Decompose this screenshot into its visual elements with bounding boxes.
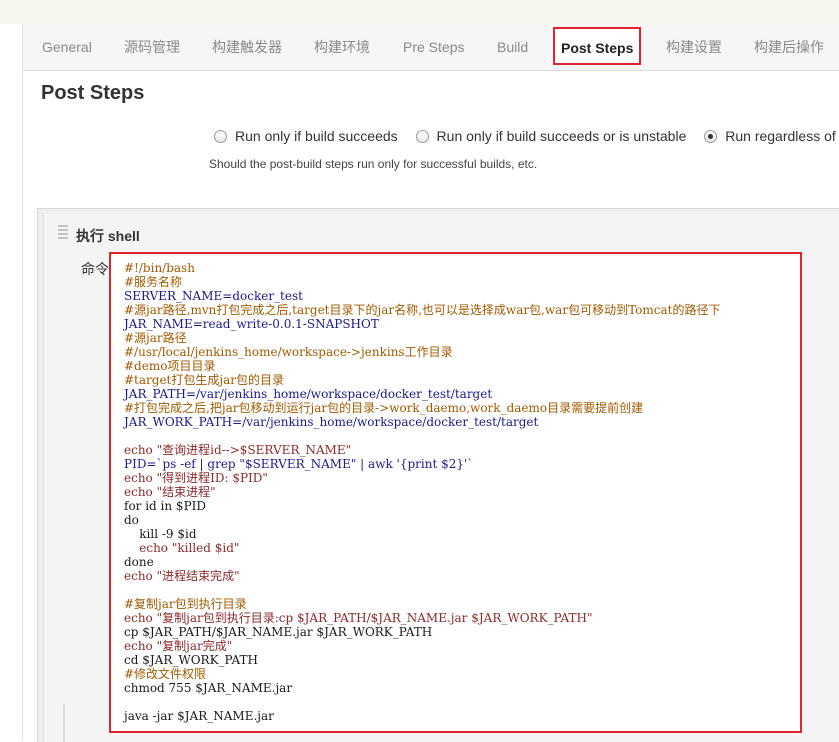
tab-post-steps[interactable]: Post Steps [553, 27, 642, 65]
code-line: echo "结束进程" [124, 485, 216, 499]
code-line: SERVER_NAME=docker_test [124, 289, 303, 303]
code-line: #服务名称 [124, 275, 183, 289]
post-steps-run-options: Run only if build succeeds Run only if b… [214, 128, 839, 146]
option-label: Run only if build succeeds or is unstabl… [436, 128, 687, 144]
code-line: java -jar $JAR_NAME.jar [124, 709, 274, 723]
code-line: #修改文件权限 [124, 667, 207, 681]
code-line: echo "得到进程ID: $PID" [124, 471, 268, 485]
drag-handle-icon[interactable] [58, 225, 68, 241]
code-line: done [124, 555, 154, 569]
shell-script-content[interactable]: #!/bin/bash #服务名称 SERVER_NAME=docker_tes… [124, 261, 720, 723]
tab-build-triggers[interactable]: 构建触发器 [212, 35, 282, 59]
code-line: do [124, 513, 139, 527]
tab-pre-steps[interactable]: Pre Steps [403, 35, 464, 59]
code-line: echo "复制jar包到执行目录:cp $JAR_PATH/$JAR_NAME… [124, 611, 593, 625]
tab-general[interactable]: General [42, 35, 92, 59]
code-line: echo "查询进程id-->$SERVER_NAME" [124, 443, 352, 457]
tab-build-settings[interactable]: 构建设置 [666, 35, 722, 59]
scroll-indicator [63, 704, 65, 742]
option-label: Run regardless of bu [725, 128, 839, 144]
tab-build-environment[interactable]: 构建环境 [314, 35, 370, 59]
option-run-if-success[interactable]: Run only if build succeeds [214, 128, 398, 144]
option-label: Run only if build succeeds [235, 128, 398, 144]
tab-source-management[interactable]: 源码管理 [124, 35, 180, 59]
post-steps-section: Post Steps Run only if build succeeds Ru… [23, 71, 839, 742]
code-line: #/usr/local/jenkins_home/workspace->jenk… [124, 345, 453, 359]
code-line: #!/bin/bash [124, 261, 195, 275]
code-line: for id in $PID [124, 499, 207, 513]
top-strip [0, 0, 839, 25]
code-line: kill -9 $id [124, 527, 197, 541]
code-line: cp $JAR_PATH/$JAR_NAME.jar $JAR_WORK_PAT… [124, 625, 433, 639]
section-title: Post Steps [41, 82, 145, 104]
code-line: PID=`ps -ef | grep "$SERVER_NAME" | awk … [124, 457, 474, 471]
option-run-regardless[interactable]: Run regardless of bu [704, 128, 839, 144]
code-line: #源jar路径 [124, 331, 187, 345]
step-title: 执行 shell [76, 228, 140, 244]
post-steps-hint: Should the post-build steps run only for… [209, 157, 538, 171]
code-line: echo "复制jar完成" [124, 639, 233, 653]
build-step-container: 执行 shell 命令 #!/bin/bash #服务名称 SERVER_NAM… [37, 208, 839, 742]
code-line: chmod 755 $JAR_NAME.jar [124, 681, 293, 695]
config-tab-bar: General 源码管理 构建触发器 构建环境 Pre Steps Build … [23, 24, 839, 71]
code-line: #打包完成之后,把jar包移动到运行jar包的目录->work_daemo,wo… [124, 401, 644, 415]
job-config-panel: General 源码管理 构建触发器 构建环境 Pre Steps Build … [23, 24, 839, 742]
option-run-if-success-or-unstable[interactable]: Run only if build succeeds or is unstabl… [415, 128, 687, 144]
code-line: #源jar路径,mvn打包完成之后,target目录下的jar名称,也可以是选择… [124, 303, 721, 317]
code-line: echo "进程结束完成" [124, 569, 240, 583]
left-gutter [0, 24, 23, 741]
execute-shell-step: 执行 shell 命令 #!/bin/bash #服务名称 SERVER_NAM… [43, 214, 839, 742]
code-line: JAR_NAME=read_write-0.0.1-SNAPSHOT [124, 317, 379, 331]
radio-button[interactable] [214, 129, 227, 143]
code-line: #复制jar包到执行目录 [124, 597, 247, 611]
code-line: JAR_WORK_PATH=/var/jenkins_home/workspac… [124, 415, 539, 429]
code-line: #target打包生成jar包的目录 [124, 373, 284, 387]
command-textarea[interactable]: #!/bin/bash #服务名称 SERVER_NAME=docker_tes… [109, 252, 802, 733]
tab-post-build-actions[interactable]: 构建后操作 [754, 35, 824, 59]
code-line: cd $JAR_WORK_PATH [124, 653, 258, 667]
code-line: #demo项目目录 [124, 359, 216, 373]
command-label: 命令 [81, 261, 109, 277]
tab-build[interactable]: Build [497, 35, 528, 59]
code-line: echo "killed $id" [124, 541, 240, 555]
radio-button[interactable] [415, 129, 429, 143]
radio-button-selected[interactable] [704, 129, 718, 143]
code-line: JAR_PATH=/var/jenkins_home/workspace/doc… [124, 387, 493, 401]
